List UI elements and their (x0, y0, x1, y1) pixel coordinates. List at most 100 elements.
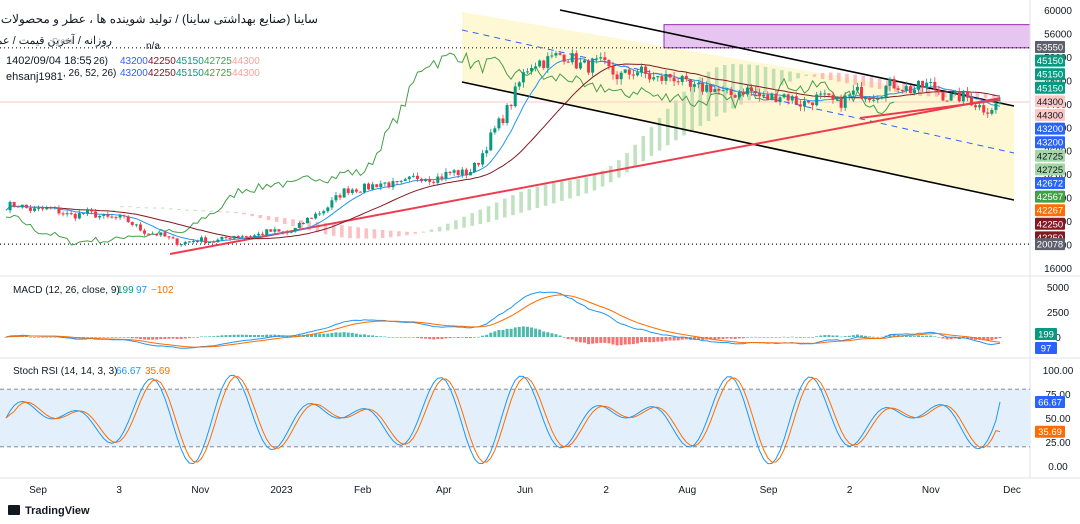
candle-body (49, 207, 53, 209)
candle-body (73, 213, 77, 219)
macd-bar (411, 337, 415, 338)
candle-body (334, 195, 338, 201)
macd-bar (485, 334, 489, 337)
cloud-segment (568, 180, 572, 199)
candle-body (424, 179, 428, 182)
candle-body (835, 96, 839, 100)
legend-value-2: 42250 (148, 56, 176, 67)
macd-bar (155, 337, 159, 340)
macd-bar (342, 332, 346, 337)
macd-bar (737, 337, 741, 339)
macd-bar (941, 337, 945, 339)
candle-body (794, 96, 798, 105)
cloud-segment (421, 231, 426, 233)
cloud-segment (348, 226, 352, 239)
candle-body (921, 80, 925, 87)
macd-bar (615, 337, 619, 346)
cloud-segment (405, 231, 409, 236)
macd-bar (937, 337, 941, 338)
macd-bar (432, 337, 436, 340)
candle-body (745, 87, 749, 95)
candle-body (872, 99, 876, 101)
cloud-segment (429, 229, 434, 232)
candle-body (481, 153, 485, 165)
time-tick: Nov (191, 485, 209, 496)
macd-bar (538, 329, 542, 337)
candle-body (709, 84, 713, 93)
candle-body (289, 231, 293, 233)
cloud-segment (576, 179, 580, 197)
candle-body (578, 62, 582, 69)
macd-bar (415, 337, 419, 338)
macd-bar (762, 337, 766, 338)
stoch-label: 35.69 (1038, 427, 1062, 438)
macd-bar (167, 337, 171, 339)
candle-body (896, 88, 900, 90)
cloud-segment (340, 225, 344, 238)
price-label: 44300 (1037, 111, 1063, 122)
cloud-segment (437, 226, 442, 232)
macd-bar (505, 328, 509, 337)
candle-body (138, 224, 142, 231)
candle-body (912, 89, 916, 94)
candle-body (546, 56, 550, 68)
candle-body (468, 172, 472, 176)
candle-body (305, 217, 309, 224)
cloud-segment (242, 212, 246, 215)
macd-bar (640, 337, 644, 343)
candle-body (407, 176, 411, 180)
candle-body (587, 60, 591, 73)
candle-body (122, 215, 126, 217)
candle-body (395, 181, 399, 183)
stock-chart[interactable]: 6000056000520004800044000400003600032000… (0, 0, 1080, 524)
candle-body (965, 91, 969, 98)
macd-bar (367, 335, 371, 337)
macd-bar (147, 337, 151, 340)
time-tick: Apr (436, 485, 452, 496)
macd-bar (240, 334, 244, 337)
candle-body (232, 235, 236, 239)
cloud-segment (812, 74, 817, 77)
macd-bar (200, 336, 204, 338)
macd-bar (558, 335, 562, 337)
macd-bar (546, 332, 550, 337)
candle-body (448, 171, 452, 173)
candle-body (452, 170, 456, 173)
macd-bar (191, 337, 195, 338)
cloud-segment (388, 230, 393, 238)
cloud-segment (788, 71, 792, 82)
candle-body (688, 79, 692, 87)
macd-bar (138, 337, 142, 340)
candle-body (733, 95, 737, 98)
price-label: 45150 (1037, 56, 1063, 67)
macd-bar (318, 333, 322, 337)
cloud-segment (397, 231, 401, 237)
candle-body (876, 98, 880, 100)
cloud-segment (503, 198, 507, 218)
candle-body (908, 86, 912, 94)
candle-body (582, 60, 586, 63)
macd-bar (448, 337, 452, 339)
macd-bar (843, 336, 847, 337)
candle-body (61, 213, 65, 215)
macd-bar (917, 335, 921, 337)
macd-bar (33, 336, 37, 338)
time-tick: 3 (116, 485, 122, 496)
macd-bar (827, 334, 831, 337)
candle-body (994, 103, 998, 110)
macd-bar (371, 335, 375, 337)
macd-bar (652, 337, 656, 343)
candle-body (65, 213, 69, 215)
candle-body (859, 86, 863, 99)
macd-bar (468, 337, 472, 339)
cloud-segment (877, 78, 882, 89)
candle-body (530, 68, 534, 72)
cloud-segment (274, 216, 279, 222)
candle-body (285, 232, 289, 234)
macd-bar (623, 337, 627, 345)
cloud-segment (201, 210, 206, 212)
candle-body (175, 238, 179, 245)
macd-bar (864, 335, 868, 337)
macd-bar (847, 335, 851, 337)
candle-body (24, 204, 28, 208)
